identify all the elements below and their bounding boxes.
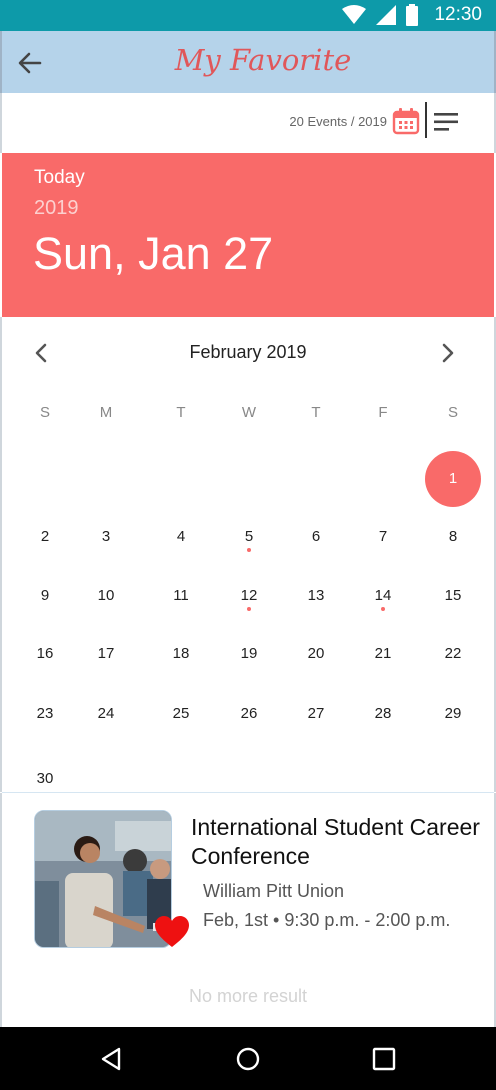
calendar-day[interactable]: 10	[86, 587, 126, 604]
nav-home-icon[interactable]	[234, 1045, 262, 1073]
toolbar-divider	[425, 102, 427, 138]
battery-icon	[406, 4, 419, 26]
calendar-icon[interactable]	[392, 107, 420, 135]
nav-back-icon[interactable]	[97, 1045, 125, 1073]
calendar-day[interactable]: 17	[86, 645, 126, 662]
today-year: 2019	[34, 197, 79, 219]
toolbar: 20 Events / 2019	[0, 93, 496, 153]
status-time: 12:30	[434, 4, 482, 25]
today-date: Sun, Jan 27	[33, 228, 274, 279]
calendar-day[interactable]: 14	[363, 587, 403, 604]
calendar-day-selected[interactable]: 1	[425, 451, 481, 507]
calendar-day[interactable]: 5	[229, 528, 269, 545]
wifi-icon	[342, 5, 367, 24]
calendar-day[interactable]: 16	[25, 645, 65, 662]
calendar-day[interactable]: 26	[229, 705, 269, 722]
calendar-day[interactable]: 12	[229, 587, 269, 604]
weekday-header: M	[99, 404, 113, 421]
event-venue: William Pitt Union	[203, 881, 345, 901]
calendar-day[interactable]: 7	[363, 528, 403, 545]
weekday-header: F	[378, 404, 388, 421]
today-banner: Today 2019 Sun, Jan 27	[2, 153, 494, 317]
calendar-day[interactable]: 11	[161, 587, 201, 604]
calendar-day[interactable]: 6	[296, 528, 336, 545]
calendar-day[interactable]: 21	[363, 645, 403, 662]
no-more-results: No more result	[188, 986, 308, 1006]
calendar-day[interactable]: 3	[86, 528, 126, 545]
calendar-day[interactable]: 8	[433, 528, 473, 545]
calendar-day[interactable]: 25	[161, 705, 201, 722]
calendar-day[interactable]: 24	[86, 705, 126, 722]
favorite-heart-icon[interactable]	[154, 915, 190, 949]
event-indicator-dot	[381, 607, 385, 611]
calendar: February 2019 S M T W T F S 1 2 3 4 5 6 7 8 9 10 11 12 13 14…	[0, 317, 496, 792]
event-title[interactable]: International Student Career Conference	[191, 813, 481, 871]
weekday-header: S	[447, 404, 458, 421]
calendar-day[interactable]: 22	[433, 645, 473, 662]
event-image[interactable]	[34, 810, 172, 948]
calendar-day[interactable]: 19	[229, 645, 269, 662]
nav-recents-icon[interactable]	[370, 1045, 398, 1073]
list-menu-icon[interactable]	[434, 111, 458, 133]
events-count: 20 Events / 2019	[289, 114, 387, 129]
event-indicator-dot	[247, 548, 251, 552]
page-title: My Favorite	[174, 43, 352, 77]
calendar-month-title: February 2019	[189, 342, 307, 362]
signal-icon	[376, 5, 397, 25]
calendar-day[interactable]: 23	[25, 705, 65, 722]
next-month-icon[interactable]	[438, 342, 458, 364]
status-bar: 12:30	[0, 0, 496, 31]
calendar-day[interactable]: 13	[296, 587, 336, 604]
calendar-day[interactable]: 15	[433, 587, 473, 604]
calendar-day[interactable]: 20	[296, 645, 336, 662]
weekday-header: S	[39, 404, 50, 421]
calendar-day[interactable]: 18	[161, 645, 201, 662]
today-label: Today	[34, 167, 85, 188]
calendar-day[interactable]: 27	[296, 705, 336, 722]
calendar-day[interactable]: 2	[25, 528, 65, 545]
weekday-header: W	[241, 404, 257, 421]
system-nav-bar	[0, 1027, 496, 1090]
event-indicator-dot	[247, 607, 251, 611]
event-card[interactable]: International Student Career Conference …	[0, 793, 496, 1027]
app-bar: My Favorite	[0, 31, 496, 93]
calendar-day[interactable]: 28	[363, 705, 403, 722]
weekday-header: T	[311, 404, 321, 421]
weekday-header: T	[176, 404, 186, 421]
calendar-day[interactable]: 9	[25, 587, 65, 604]
calendar-day[interactable]: 4	[161, 528, 201, 545]
calendar-day[interactable]: 30	[25, 770, 65, 787]
calendar-day[interactable]: 29	[433, 705, 473, 722]
event-time: Feb, 1st • 9:30 p.m. - 2:00 p.m.	[203, 910, 451, 930]
